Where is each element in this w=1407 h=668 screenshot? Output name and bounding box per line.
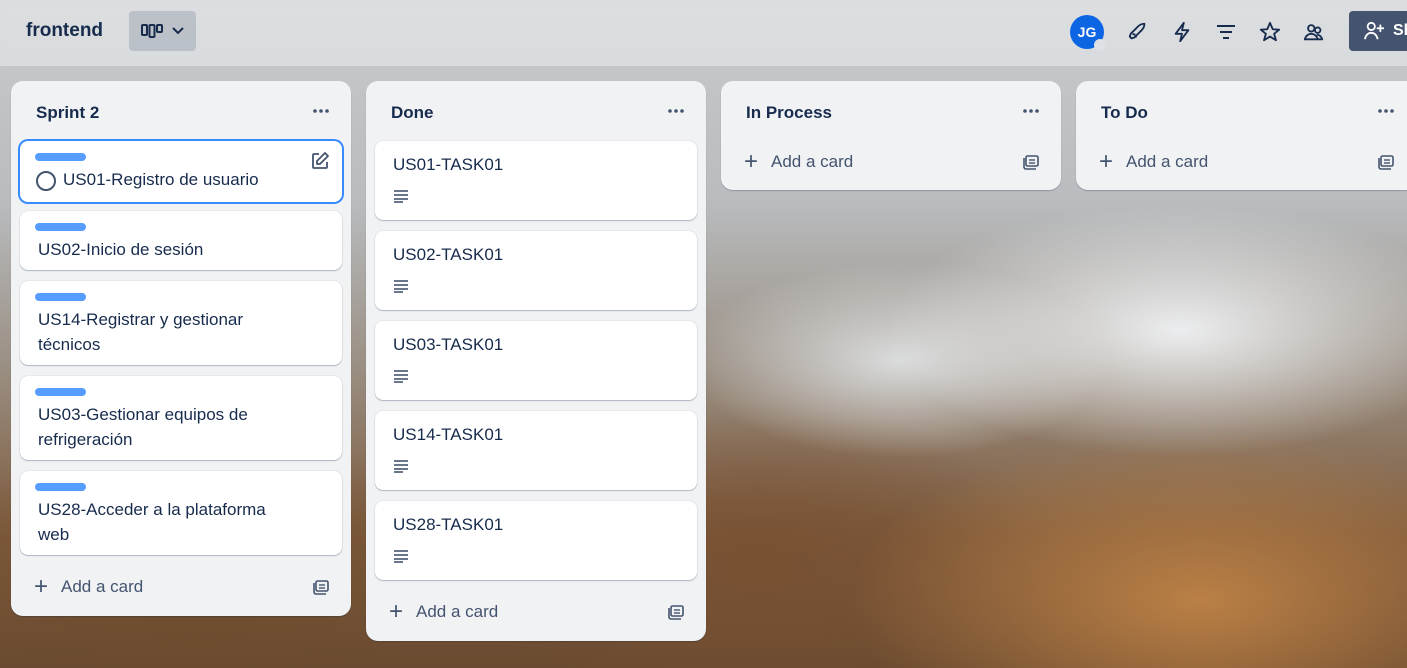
plus-icon: + xyxy=(388,598,403,625)
card[interactable]: US14-TASK01 xyxy=(375,411,697,490)
card-template-icon[interactable] xyxy=(1023,152,1041,170)
card-label[interactable] xyxy=(35,388,86,396)
admin-badge xyxy=(1094,39,1106,51)
description-icon xyxy=(394,280,408,293)
card-title: US02-Inicio de sesión xyxy=(38,240,204,259)
list-sprint-2: Sprint 2 US01-Registro de usuario US02-I… xyxy=(11,81,351,616)
add-person-icon xyxy=(1364,21,1384,40)
star-board-button[interactable] xyxy=(1248,12,1292,52)
share-button-label: Sh xyxy=(1393,22,1407,39)
card[interactable]: US28-TASK01 xyxy=(375,501,697,580)
card-title: US02-TASK01 xyxy=(393,245,504,264)
card-title-line: US03-Gestionar equipos de xyxy=(38,405,248,424)
card-title-line: US14-Registrar y gestionar xyxy=(38,310,244,329)
list-header: Sprint 2 xyxy=(11,81,351,141)
list-title[interactable]: To Do xyxy=(1101,103,1148,123)
card-label[interactable] xyxy=(35,483,86,491)
card[interactable]: US02-TASK01 xyxy=(375,231,697,310)
list-in-process: In Process + Add a card xyxy=(721,81,1061,190)
avatar-initials: JG xyxy=(1077,24,1097,40)
list-header: In Process xyxy=(721,81,1061,141)
more-horizontal-icon xyxy=(1378,109,1394,113)
card[interactable]: US03-TASK01 xyxy=(375,321,697,400)
card-template-icon[interactable] xyxy=(313,577,331,595)
list-menu-button[interactable] xyxy=(309,99,333,123)
description-icon xyxy=(394,190,408,203)
card-title: US03-TASK01 xyxy=(393,335,504,354)
card-title: US14-Registrar y gestionar técnicos xyxy=(38,307,243,357)
add-card-button[interactable]: + Add a card xyxy=(388,597,498,627)
card[interactable]: US01-Registro de usuario xyxy=(20,141,342,202)
description-icon xyxy=(394,550,408,563)
list-title[interactable]: Sprint 2 xyxy=(36,103,99,123)
list-menu-button[interactable] xyxy=(1374,99,1398,123)
list-title[interactable]: In Process xyxy=(746,103,832,123)
card-complete-toggle[interactable] xyxy=(36,171,56,191)
description-icon xyxy=(394,460,408,473)
add-card-label: Add a card xyxy=(61,577,144,596)
add-card-button[interactable]: + Add a card xyxy=(1098,147,1208,177)
card-title-line: US28-Acceder a la plataforma xyxy=(38,500,266,519)
card-template-icon[interactable] xyxy=(668,602,686,620)
card-title-line: web xyxy=(38,525,70,544)
add-card-label: Add a card xyxy=(1126,152,1209,171)
card-title: US01-TASK01 xyxy=(393,155,504,174)
card-title-line: refrigeración xyxy=(38,430,133,449)
card[interactable]: US28-Acceder a la plataforma web xyxy=(20,471,342,555)
card-label[interactable] xyxy=(35,293,86,301)
add-card-label: Add a card xyxy=(416,602,499,621)
list-done: Done US01-TASK01 US02-TASK01 US03-TASK01… xyxy=(366,81,706,641)
card-title: US28-TASK01 xyxy=(393,515,504,534)
lightning-icon xyxy=(1174,21,1190,43)
board-view-switcher[interactable] xyxy=(129,11,196,51)
card-template-icon[interactable] xyxy=(1378,152,1396,170)
automation-button[interactable] xyxy=(1160,12,1204,52)
board-view-icon xyxy=(140,24,163,38)
chevron-down-icon xyxy=(171,27,184,35)
card-title: US01-Registro de usuario xyxy=(63,170,259,189)
filter-icon xyxy=(1217,25,1235,39)
team-visibility-icon xyxy=(1303,24,1324,41)
plus-icon: + xyxy=(33,573,48,600)
list-menu-button[interactable] xyxy=(1019,99,1043,123)
power-ups-button[interactable] xyxy=(1116,12,1160,52)
share-button[interactable]: Sh xyxy=(1349,11,1407,51)
more-horizontal-icon xyxy=(1023,109,1039,113)
card-label[interactable] xyxy=(35,153,86,161)
card[interactable]: US03-Gestionar equipos de refrigeración xyxy=(20,376,342,460)
list-title[interactable]: Done xyxy=(391,103,434,123)
card[interactable]: US02-Inicio de sesión xyxy=(20,211,342,270)
star-icon xyxy=(1259,21,1281,42)
description-icon xyxy=(394,370,408,383)
visibility-button[interactable] xyxy=(1292,12,1336,52)
rocket-icon xyxy=(1128,22,1146,40)
card-title-line: técnicos xyxy=(38,335,101,354)
member-avatar[interactable]: JG xyxy=(1070,15,1106,51)
add-card-button[interactable]: + Add a card xyxy=(33,572,143,602)
plus-icon: + xyxy=(743,148,758,175)
card[interactable]: US01-TASK01 xyxy=(375,141,697,220)
add-card-label: Add a card xyxy=(771,152,854,171)
card[interactable]: US14-Registrar y gestionar técnicos xyxy=(20,281,342,365)
list-header: Done xyxy=(366,81,706,141)
board-header: frontend JG S xyxy=(0,0,1407,66)
add-card-button[interactable]: + Add a card xyxy=(743,147,853,177)
card-title: US14-TASK01 xyxy=(393,425,504,444)
list-to-do: To Do + Add a card xyxy=(1076,81,1407,190)
card-label[interactable] xyxy=(35,223,86,231)
list-header: To Do xyxy=(1076,81,1407,141)
edit-icon[interactable] xyxy=(310,151,330,171)
card-title: US28-Acceder a la plataforma web xyxy=(38,497,266,547)
more-horizontal-icon xyxy=(668,109,684,113)
more-horizontal-icon xyxy=(313,109,329,113)
board-title[interactable]: frontend xyxy=(26,20,103,42)
card-title: US03-Gestionar equipos de refrigeración xyxy=(38,402,248,452)
filter-button[interactable] xyxy=(1204,12,1248,52)
plus-icon: + xyxy=(1098,148,1113,175)
list-menu-button[interactable] xyxy=(664,99,688,123)
